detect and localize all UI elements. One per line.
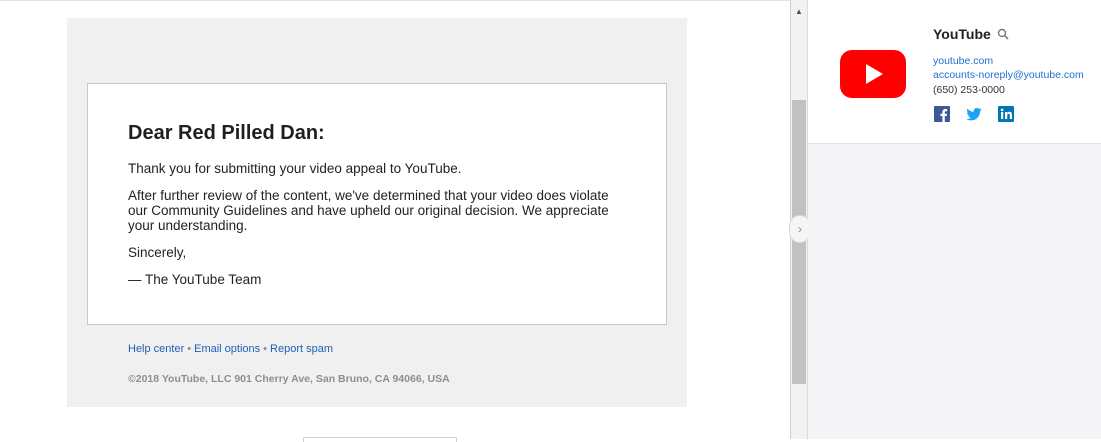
social-links (934, 106, 1014, 122)
email-copyright: ©2018 YouTube, LLC 901 Cherry Ave, San B… (128, 373, 450, 385)
linkedin-icon[interactable] (998, 106, 1014, 122)
contact-card: YouTube youtube.com accounts-noreply@you… (808, 0, 1101, 144)
search-icon[interactable] (997, 28, 1009, 40)
contact-email-link[interactable]: accounts-noreply@youtube.com (933, 69, 1084, 81)
contact-website-link[interactable]: youtube.com (933, 55, 993, 67)
contact-name: YouTube (933, 26, 991, 42)
email-paragraph-signoff: Sincerely, (128, 245, 187, 260)
contact-side-panel: YouTube youtube.com accounts-noreply@you… (808, 0, 1101, 439)
help-center-link[interactable]: Help center (128, 343, 184, 355)
scroll-up-arrow-icon[interactable]: ▲ (791, 4, 807, 20)
twitter-icon[interactable] (966, 106, 982, 122)
email-paragraph-signature: — The YouTube Team (128, 272, 262, 287)
link-separator: • (187, 343, 192, 355)
email-reading-pane: Dear Red Pilled Dan: Thank you for submi… (0, 0, 790, 442)
email-message-card: Dear Red Pilled Dan: Thank you for submi… (87, 83, 667, 325)
contact-name-row: YouTube (933, 26, 1009, 42)
facebook-icon[interactable] (934, 106, 950, 122)
contact-phone: (650) 253-0000 (933, 84, 1005, 96)
email-options-link[interactable]: Email options (194, 343, 260, 355)
report-spam-link[interactable]: Report spam (270, 343, 333, 355)
email-footer-links: Help center • Email options • Report spam (128, 343, 333, 355)
email-greeting: Dear Red Pilled Dan: (128, 122, 325, 144)
email-paragraph-decision: After further review of the content, we'… (128, 188, 609, 233)
bottom-tab-edge (303, 437, 457, 442)
email-body: Thank you for submitting your video appe… (128, 161, 628, 299)
email-container: Dear Red Pilled Dan: Thank you for submi… (67, 18, 687, 407)
youtube-logo-icon (840, 50, 906, 98)
email-paragraph-thanks: Thank you for submitting your video appe… (128, 161, 462, 176)
link-separator: • (263, 343, 268, 355)
